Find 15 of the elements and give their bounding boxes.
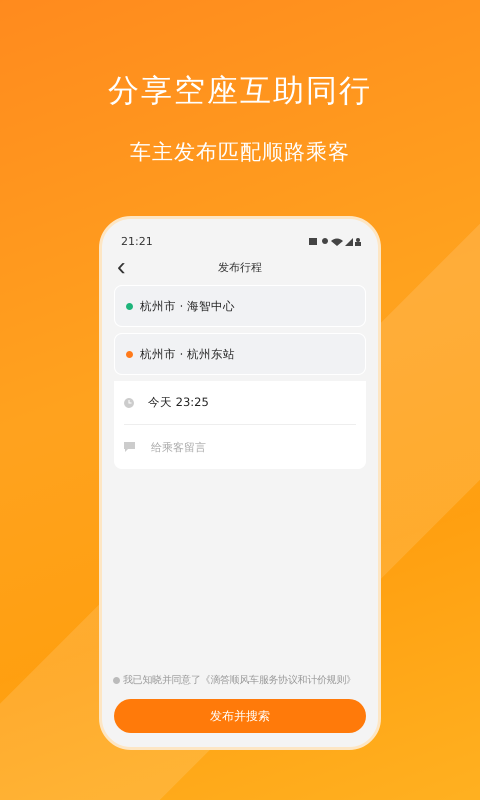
status-time: 21:21 bbox=[121, 234, 153, 248]
departure-time[interactable]: 今天 23:25 bbox=[148, 395, 209, 410]
status-icons bbox=[309, 236, 361, 246]
location-text: 杭州市 · 海智中心 bbox=[140, 298, 235, 314]
location-row[interactable]: 杭州市 · 海智中心 bbox=[114, 285, 366, 327]
location-row[interactable]: 杭州市 · 杭州东站 bbox=[114, 333, 366, 375]
headline: 分享空座互助同行 bbox=[108, 72, 372, 111]
agreement-checkbox[interactable] bbox=[113, 676, 120, 684]
location-text: 杭州市 · 杭州东站 bbox=[140, 346, 235, 362]
back-button[interactable]: ‹ bbox=[113, 253, 130, 279]
page-title: 发布行程 bbox=[218, 260, 262, 274]
agreement-text: 我已知晓并同意了《滴答顺风车服务协议和计价规则》 bbox=[123, 674, 356, 687]
subheadline: 车主发布匹配顺路乘客 bbox=[130, 139, 350, 166]
message-icon bbox=[124, 442, 135, 452]
clock-icon bbox=[124, 398, 134, 408]
